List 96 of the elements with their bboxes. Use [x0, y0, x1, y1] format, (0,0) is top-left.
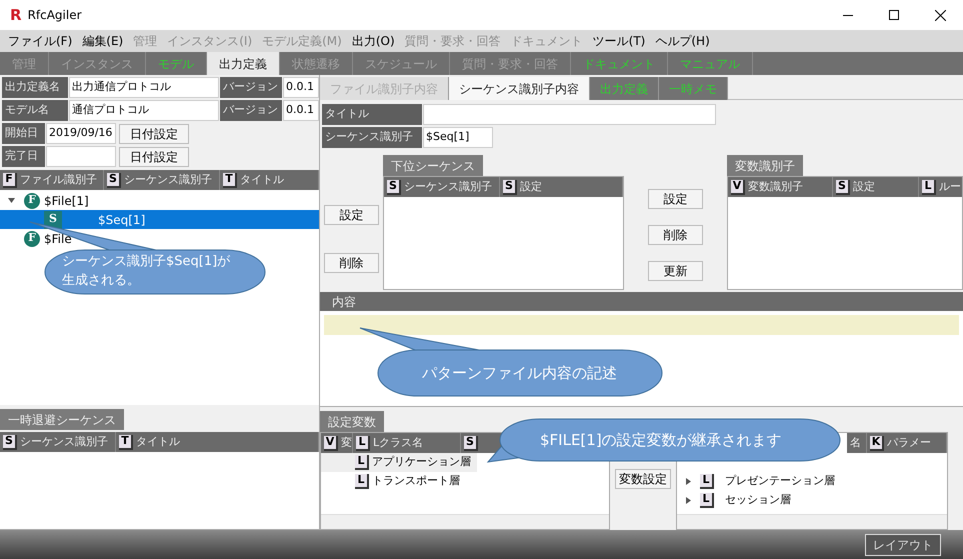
column-header[interactable]: パラメー: [887, 434, 931, 452]
column-header[interactable]: シーケンス識別子: [404, 178, 492, 196]
column-badge: L: [700, 493, 714, 508]
main-tab[interactable]: 出力定義: [207, 52, 280, 75]
column-badge: S: [464, 436, 478, 450]
layout-button[interactable]: レイアウト: [865, 534, 941, 556]
collapse-arrow-icon[interactable]: [685, 478, 692, 485]
action-button[interactable]: 削除: [648, 225, 703, 245]
menu-item[interactable]: ファイル(F): [3, 32, 78, 50]
column-badge: K: [870, 436, 884, 450]
content-tab[interactable]: シーケンス識別子内容: [449, 77, 590, 100]
panel-tab[interactable]: 変数識別子: [727, 155, 803, 176]
action-button[interactable]: 設定: [324, 205, 379, 225]
collapse-arrow-icon[interactable]: [685, 497, 692, 504]
action-button[interactable]: 削除: [324, 253, 379, 273]
tree-row[interactable]: S $Seq[1]: [0, 210, 319, 229]
column-badge: S: [503, 180, 517, 194]
sequence-badge: S: [44, 210, 62, 228]
expand-arrow-icon[interactable]: [8, 197, 15, 204]
tree-row[interactable]: L セッション層: [677, 491, 947, 510]
column-badge: S: [107, 172, 121, 188]
section-header: 内容: [320, 292, 963, 311]
field-label: バージョン: [220, 77, 282, 98]
menu-item[interactable]: 編集(E): [77, 32, 128, 50]
file-badge: F: [24, 230, 40, 246]
tree-label: $File: [44, 230, 72, 248]
callout-text: 生成される。: [62, 272, 141, 290]
column-badge: V: [324, 436, 338, 450]
tree-label: $File[1]: [44, 192, 89, 210]
window-title: RfcAgiler: [28, 7, 82, 24]
column-header[interactable]: 設定: [853, 178, 875, 196]
list-row[interactable]: L アプリケーション層: [321, 453, 477, 472]
column-badge: L: [700, 474, 714, 489]
column-header[interactable]: シーケンス識別子: [124, 172, 212, 188]
action-button[interactable]: 変数設定: [615, 469, 671, 489]
input-field[interactable]: $Seq[1]: [423, 127, 493, 148]
column-header[interactable]: タイトル: [136, 434, 180, 450]
tree-row[interactable]: L プレゼンテーション層: [677, 472, 947, 491]
panel-tab[interactable]: 一時退避シーケンス: [0, 409, 124, 430]
field-label: シーケンス識別子: [322, 127, 422, 148]
column-badge: L: [355, 455, 369, 470]
column-header[interactable]: 名: [850, 434, 861, 452]
horizontal-scrollbar[interactable]: [321, 514, 609, 529]
menu-item[interactable]: 出力(O): [346, 32, 400, 50]
column-header[interactable]: ルー: [939, 178, 961, 196]
input-field[interactable]: 2019/09/16: [46, 123, 116, 144]
input-field[interactable]: [46, 146, 116, 167]
horizontal-scrollbar[interactable]: [677, 514, 947, 529]
tree-label: $Seq[1]: [98, 212, 146, 228]
action-button[interactable]: 更新: [648, 261, 703, 281]
column-header[interactable]: タイトル: [240, 172, 284, 188]
row-label: トランスポート層: [372, 473, 460, 490]
column-badge: T: [119, 434, 133, 450]
field-label: モデル名: [2, 100, 68, 121]
input-field[interactable]: 0.0.1: [283, 77, 319, 98]
column-badge: L: [355, 474, 369, 489]
tree-label: プレゼンテーション層: [725, 473, 835, 490]
input-field[interactable]: [423, 104, 716, 125]
tree-label: セッション層: [725, 492, 791, 508]
column-header[interactable]: 設定: [520, 178, 542, 196]
field-label: バージョン: [220, 100, 282, 121]
column-header[interactable]: シーケンス識別子: [20, 434, 108, 450]
tree-row[interactable]: F $File[1]: [0, 191, 319, 210]
column-header[interactable]: ファイル識別子: [20, 172, 97, 188]
file-badge: F: [24, 192, 40, 208]
callout-text: $FILE[1]の設定変数が継承されます: [540, 430, 782, 450]
field-label: 開始日: [2, 123, 45, 144]
panel-tab[interactable]: 設定変数: [320, 411, 384, 432]
action-button[interactable]: 日付設定: [119, 146, 189, 166]
column-badge: F: [3, 172, 17, 188]
field-label: タイトル: [322, 104, 422, 125]
menu-item[interactable]: ヘルプ(H): [650, 32, 715, 50]
column-badge: S: [3, 434, 17, 450]
field-label: 完了日: [2, 146, 45, 167]
column-badge: L: [356, 436, 370, 450]
action-button[interactable]: 設定: [648, 189, 703, 209]
column-badge: S: [387, 180, 401, 194]
panel-tab[interactable]: 下位シーケンス: [383, 155, 483, 176]
row-label: アプリケーション層: [372, 454, 471, 470]
column-header[interactable]: 変数識別子: [748, 178, 803, 196]
column-badge: S: [836, 180, 850, 194]
tree-row[interactable]: F $File: [0, 229, 319, 248]
field-label: 出力定義名: [2, 77, 68, 98]
input-field[interactable]: 出力通信プロトコル: [69, 77, 219, 98]
column-badge: L: [922, 180, 936, 194]
column-header[interactable]: Lクラス名: [373, 434, 424, 452]
menu-item[interactable]: ツール(T): [588, 32, 650, 50]
column-badge: T: [223, 172, 237, 188]
action-button[interactable]: 日付設定: [119, 124, 189, 144]
column-header[interactable]: 変: [341, 434, 352, 452]
callout-text: シーケンス識別子$Seq[1]が: [62, 253, 230, 271]
input-field[interactable]: 通信プロトコル: [69, 100, 219, 121]
app-logo: R: [10, 8, 22, 22]
input-field[interactable]: 0.0.1: [283, 100, 319, 121]
callout-text: パターンファイル内容の記述: [422, 363, 617, 383]
column-badge: V: [731, 180, 745, 194]
